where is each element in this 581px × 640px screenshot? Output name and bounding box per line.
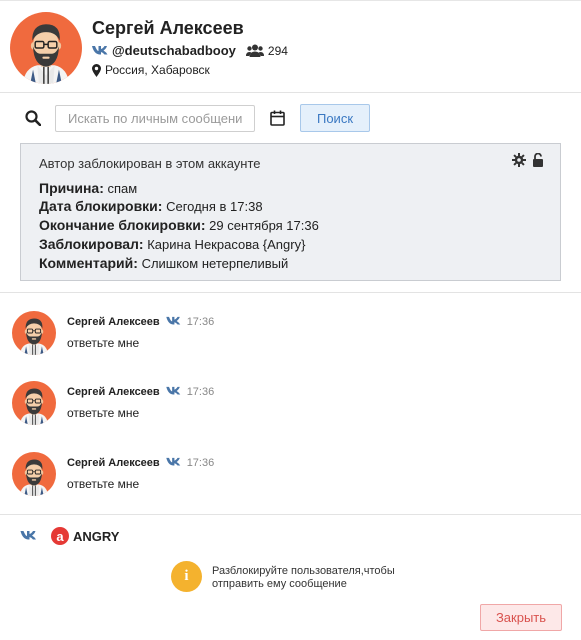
avatar[interactable] (12, 311, 56, 355)
message-time: 17:36 (186, 457, 215, 469)
search-input[interactable] (55, 105, 255, 132)
avatar[interactable] (12, 452, 56, 496)
search-button[interactable]: Поиск (300, 104, 370, 132)
message-text: ответьте мне (67, 406, 140, 420)
profile-handle[interactable]: @deutschabadbooy (112, 43, 236, 58)
block-comment-label: Комментарий: (39, 255, 138, 271)
info-icon: i (171, 561, 202, 592)
block-reason: Причина: спам (39, 180, 137, 196)
angry-logo-icon: a (51, 527, 69, 545)
message-author[interactable]: Сергей Алексеев (67, 457, 160, 469)
block-comment-value: Слишком нетерпеливый (141, 256, 289, 271)
unblock-notice: Разблокируйте пользователя,чтобы отправи… (212, 565, 395, 590)
block-end-value: 29 сентября 17:36 (209, 218, 319, 233)
message-header: Сергей Алексеев 17:36 (67, 386, 214, 398)
block-date-label: Дата блокировки: (39, 198, 163, 214)
message-item[interactable]: Сергей Алексеев 17:36 ответьте мне (12, 452, 572, 502)
close-button[interactable]: Закрыть (480, 604, 562, 631)
message-time: 17:36 (186, 316, 215, 328)
unlock-icon[interactable] (532, 152, 544, 172)
block-end-label: Окончание блокировки: (39, 217, 206, 233)
block-date: Дата блокировки: Сегодня в 17:38 (39, 198, 263, 214)
message-author[interactable]: Сергей Алексеев (67, 386, 160, 398)
block-reason-value: спам (107, 181, 138, 196)
profile-subline: @deutschabadbooy 294 (92, 43, 288, 58)
profile-name: Сергей Алексеев (92, 18, 244, 38)
message-text: ответьте мне (67, 336, 140, 350)
friends-icon (245, 44, 264, 57)
message-item[interactable]: Сергей Алексеев 17:36 ответьте мне (12, 311, 572, 361)
block-reason-label: Причина: (39, 180, 104, 196)
profile-location: Россия, Хабаровск (92, 63, 210, 77)
vk-icon (20, 529, 37, 543)
source-label: ANGRY (73, 528, 120, 544)
divider (0, 292, 581, 293)
blocked-by-value: Карина Некрасова {Angry} (147, 237, 306, 252)
profile-header: Сергей Алексеев @deutschabadbooy 294 Рос… (0, 0, 581, 93)
source-row: a ANGRY (20, 527, 119, 545)
blocked-by: Заблокировал: Карина Некрасова {Angry} (39, 236, 305, 252)
message-text: ответьте мне (67, 477, 140, 491)
avatar[interactable] (10, 12, 82, 84)
location-text: Россия, Хабаровск (105, 63, 210, 77)
message-time: 17:36 (186, 386, 215, 398)
gear-icon[interactable] (512, 153, 526, 172)
message-author[interactable]: Сергей Алексеев (67, 316, 160, 328)
message-item[interactable]: Сергей Алексеев 17:36 ответьте мне (12, 381, 572, 431)
message-header: Сергей Алексеев 17:36 (67, 457, 214, 469)
vk-icon (165, 316, 181, 328)
divider (0, 514, 581, 515)
map-pin-icon (92, 63, 101, 77)
block-comment: Комментарий: Слишком нетерпеливый (39, 255, 288, 271)
avatar[interactable] (12, 381, 56, 425)
block-title: Автор заблокирован в этом аккаунте (39, 156, 261, 171)
panel-actions (512, 152, 544, 172)
vk-icon (165, 457, 181, 469)
search-icon[interactable] (25, 110, 42, 131)
friends-count: 294 (267, 43, 288, 58)
block-date-value: Сегодня в 17:38 (166, 199, 263, 214)
blocked-by-label: Заблокировал: (39, 236, 144, 252)
block-end: Окончание блокировки: 29 сентября 17:36 (39, 217, 319, 233)
message-header: Сергей Алексеев 17:36 (67, 316, 214, 328)
vk-icon (92, 44, 108, 58)
block-info-panel: Автор заблокирован в этом аккаунте Причи… (20, 143, 561, 281)
calendar-icon[interactable] (270, 110, 285, 131)
vk-icon (165, 386, 181, 398)
